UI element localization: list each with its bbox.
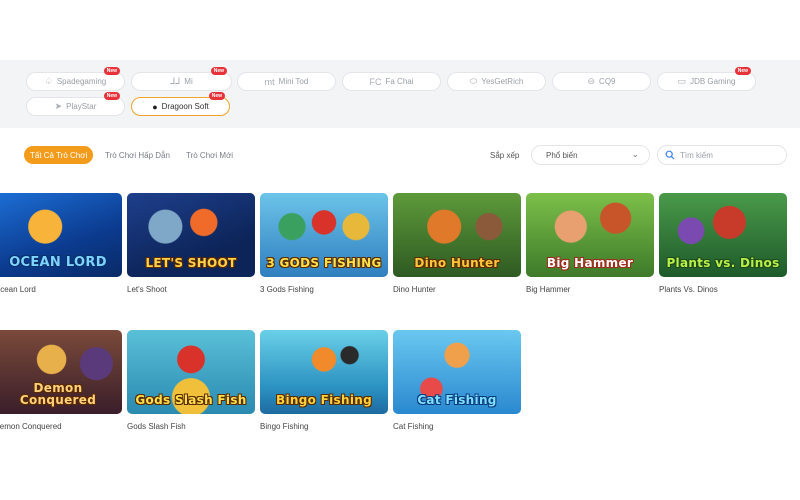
tab-all-games[interactable]: Tất Cả Trò Chơi (24, 146, 94, 164)
game-card-ocean-lord[interactable]: OCEAN LORD Ocean Lord (0, 193, 122, 294)
game-logo: Cat Fishing (417, 393, 497, 407)
game-thumbnail[interactable]: 3 GODS FISHING (260, 193, 388, 277)
game-card-big-hammer[interactable]: Big Hammer Big Hammer (526, 193, 654, 294)
game-card-demon-conquered[interactable]: Demon Conquered Demon Conquered (0, 330, 122, 431)
game-name: Cat Fishing (393, 422, 434, 431)
cq9-icon: ⊖ (587, 76, 596, 86)
spade-icon: ♤ (44, 76, 53, 86)
minitod-icon: mt (264, 76, 275, 87)
game-logo: Big Hammer (546, 256, 634, 270)
game-card-3-gods-fishing[interactable]: 3 GODS FISHING 3 Gods Fishing (260, 193, 388, 294)
game-card-plants-vs-dinos[interactable]: Plants vs. Dinos Plants Vs. Dinos (659, 193, 787, 294)
dragoon-icon: ● (152, 101, 158, 112)
yesgetrich-icon: ⬭ (469, 76, 478, 86)
game-name: 3 Gods Fishing (260, 285, 314, 294)
game-logo: Demon Conquered (19, 381, 97, 407)
provider-dragoon-soft[interactable]: ● Dragoon Soft New (131, 92, 230, 116)
game-thumbnail[interactable]: Cat Fishing (393, 330, 521, 414)
game-logo: OCEAN LORD (9, 255, 107, 270)
game-thumbnail[interactable]: Bingo Fishing (260, 330, 388, 414)
game-logo: Plants vs. Dinos (666, 256, 780, 270)
game-logo: Dino Hunter (414, 256, 500, 270)
game-logo: 3 GODS FISHING (266, 256, 382, 270)
provider-jdb-gaming[interactable]: ▭ JDB Gaming New (657, 67, 756, 91)
game-lobby: ♤ Spadegaming New ⅃⅃ Mi New mt Mini Tod FC F… (0, 0, 800, 500)
jdb-icon: ▭ (677, 76, 687, 86)
provider-spadegaming[interactable]: ♤ Spadegaming New (26, 67, 125, 91)
search-icon (665, 150, 675, 160)
game-thumbnail[interactable]: Demon Conquered (0, 330, 122, 414)
provider-mi[interactable]: ⅃⅃ Mi New (131, 67, 232, 91)
new-badge: New (210, 67, 227, 75)
game-card-cat-fishing[interactable]: Cat Fishing Cat Fishing (393, 330, 521, 431)
game-name: Dino Hunter (393, 285, 436, 294)
tab-new-games[interactable]: Trò Chơi Mới (186, 146, 233, 164)
provider-yesgetrich[interactable]: ⬭ YesGetRich (447, 72, 546, 91)
game-thumbnail[interactable]: OCEAN LORD (0, 193, 122, 277)
game-logo: Bingo Fishing (276, 393, 372, 407)
sort-value: Phổ biến (546, 150, 578, 160)
game-name: Demon Conquered (0, 422, 62, 431)
playstar-icon: ➤ (54, 101, 63, 111)
new-badge: New (734, 67, 751, 75)
new-badge: New (103, 92, 120, 100)
game-card-bingo-fishing[interactable]: Bingo Fishing Bingo Fishing (260, 330, 388, 431)
provider-bar: ♤ Spadegaming New ⅃⅃ Mi New mt Mini Tod FC F… (0, 60, 800, 128)
game-thumbnail[interactable]: LET'S SHOOT (127, 193, 255, 277)
tab-hot-games[interactable]: Trò Chơi Hấp Dẫn (105, 146, 170, 164)
new-badge: New (103, 67, 120, 75)
game-thumbnail[interactable]: Dino Hunter (393, 193, 521, 277)
game-name: Gods Slash Fish (127, 422, 186, 431)
sort-label: Sắp xếp (490, 151, 520, 160)
game-name: Let's Shoot (127, 285, 167, 294)
game-name: Big Hammer (526, 285, 571, 294)
game-card-gods-slash-fish[interactable]: Gods Slash Fish Gods Slash Fish (127, 330, 255, 431)
game-name: Ocean Lord (0, 285, 36, 294)
provider-cq9[interactable]: ⊖ CQ9 (552, 72, 651, 91)
game-logo: Gods Slash Fish (135, 393, 247, 407)
new-badge: New (208, 92, 225, 100)
fachai-icon: FC (369, 76, 382, 87)
search-box[interactable] (657, 145, 787, 165)
game-logo: LET'S SHOOT (145, 256, 237, 270)
game-card-dino-hunter[interactable]: Dino Hunter Dino Hunter (393, 193, 521, 294)
game-name: Bingo Fishing (260, 422, 309, 431)
game-thumbnail[interactable]: Gods Slash Fish (127, 330, 255, 414)
game-thumbnail[interactable]: Big Hammer (526, 193, 654, 277)
game-name: Plants Vs. Dinos (659, 285, 718, 294)
provider-fa-chai[interactable]: FC Fa Chai (342, 72, 441, 91)
search-input[interactable] (680, 150, 780, 160)
provider-playstar[interactable]: ➤ PlayStar New (26, 92, 125, 116)
game-card-lets-shoot[interactable]: LET'S SHOOT Let's Shoot (127, 193, 255, 294)
game-thumbnail[interactable]: Plants vs. Dinos (659, 193, 787, 277)
mi-icon: ⅃⅃ (170, 76, 181, 86)
sort-select[interactable]: Phổ biến ⌄ (531, 145, 650, 165)
provider-mini-tod[interactable]: mt Mini Tod (237, 72, 336, 91)
chevron-down-icon: ⌄ (631, 149, 639, 159)
